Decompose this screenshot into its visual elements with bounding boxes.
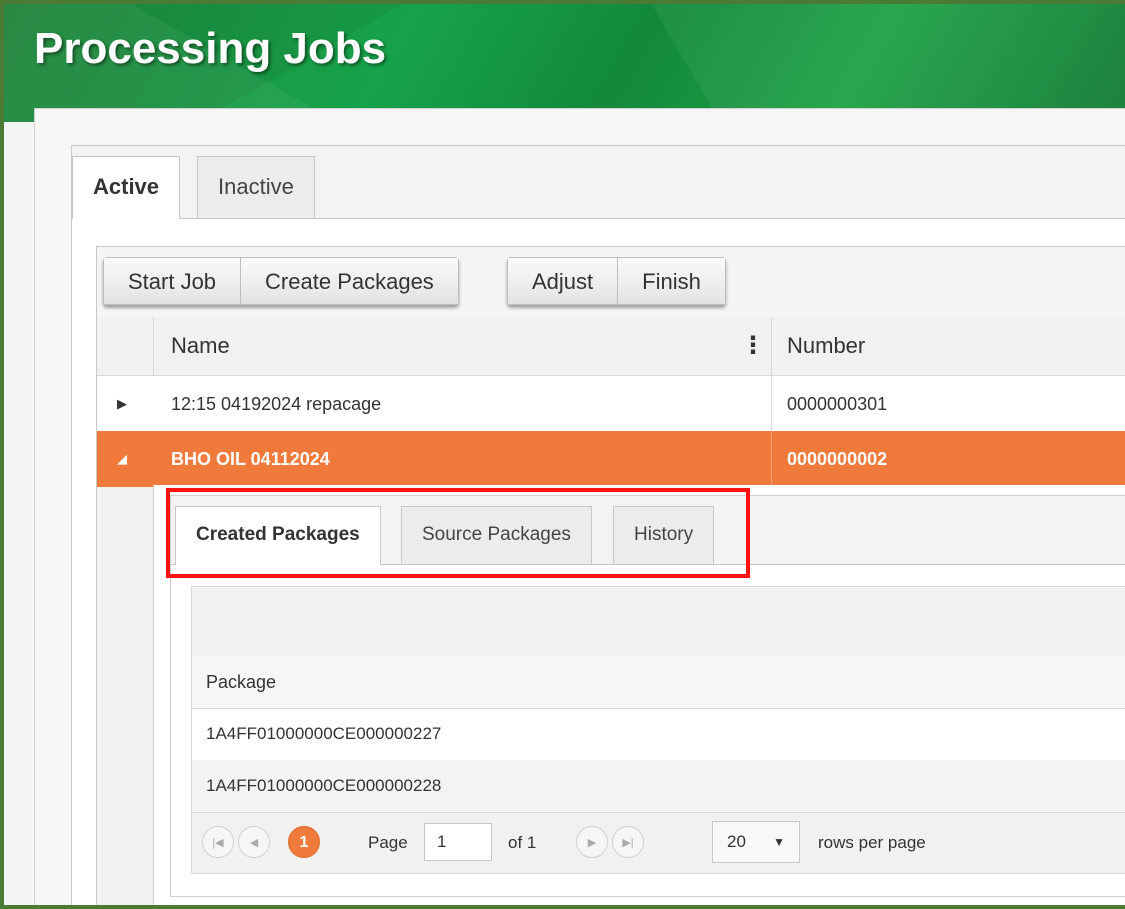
packages-toolbar xyxy=(191,586,1125,658)
next-page-icon[interactable]: ▶ xyxy=(576,826,608,858)
grid-toolbar: Start Job Create Packages Adjust Finish xyxy=(97,247,1125,318)
job-name: BHO OIL 04112024 xyxy=(171,449,330,469)
start-job-button[interactable]: Start Job xyxy=(103,257,242,305)
job-actions-group: Start Job Create Packages xyxy=(103,257,459,305)
page-label: Page xyxy=(368,833,408,852)
finish-button[interactable]: Finish xyxy=(618,257,726,305)
vertical-dots-icon[interactable]: ⋮ xyxy=(741,317,765,375)
list-item[interactable]: 1A4FF01000000CE000000228 xyxy=(191,760,1125,812)
column-header-name[interactable]: Name xyxy=(171,317,230,375)
first-page-icon[interactable]: |◀ xyxy=(202,826,234,858)
window-frame: Processing Jobs Active Inactive Start Jo… xyxy=(0,0,1125,909)
last-page-icon[interactable]: ▶| xyxy=(612,826,644,858)
packages-header: Package xyxy=(191,656,1125,709)
rows-per-page-value: 20 xyxy=(727,832,746,851)
jobs-tabs-header: Active Inactive xyxy=(72,146,1125,219)
create-packages-button[interactable]: Create Packages xyxy=(241,257,459,305)
list-item[interactable]: 1A4FF01000000CE000000227 xyxy=(191,708,1125,760)
column-divider xyxy=(153,317,154,375)
job-adjust-group: Adjust Finish xyxy=(507,257,726,305)
table-row[interactable]: ▶ 12:15 04192024 repacage 0000000301 xyxy=(97,376,1125,433)
content-panel: Active Inactive Start Job Create Package… xyxy=(34,108,1125,905)
triangle-right-icon[interactable]: ▶ xyxy=(117,376,127,432)
column-divider xyxy=(771,376,772,432)
table-row-selected[interactable]: ◢ BHO OIL 04112024 0000000002 xyxy=(97,431,1125,488)
detail-gutter xyxy=(97,487,153,905)
page-title: Processing Jobs xyxy=(34,24,387,73)
tab-history[interactable]: History xyxy=(613,506,715,564)
column-header-number[interactable]: Number xyxy=(787,317,865,375)
page-input[interactable]: 1 xyxy=(424,823,492,861)
adjust-button[interactable]: Adjust xyxy=(507,257,619,305)
detail-tabs-header: Created Packages Source Packages History xyxy=(171,496,1125,565)
tab-inactive[interactable]: Inactive xyxy=(197,156,315,218)
job-number: 0000000002 xyxy=(787,449,888,469)
previous-page-icon[interactable]: ◀ xyxy=(238,826,270,858)
triangle-down-icon[interactable]: ◢ xyxy=(117,431,127,487)
tab-active[interactable]: Active xyxy=(72,156,181,219)
column-header-package[interactable]: Package xyxy=(206,656,276,708)
tab-created-packages[interactable]: Created Packages xyxy=(175,506,381,565)
column-divider xyxy=(771,431,772,487)
package-id: 1A4FF01000000CE000000228 xyxy=(206,776,442,795)
page-count-label: of 1 xyxy=(508,833,537,852)
job-number: 0000000301 xyxy=(787,394,888,414)
page-header: Processing Jobs xyxy=(4,4,1125,122)
grid-header: Name ⋮ Number xyxy=(97,317,1125,376)
page-number-current[interactable]: 1 xyxy=(288,826,320,858)
package-id: 1A4FF01000000CE000000227 xyxy=(206,724,442,743)
caret-down-icon: ▼ xyxy=(773,835,785,849)
rows-per-page-select[interactable]: 20 ▼ xyxy=(712,821,800,863)
active-jobs-grid: Start Job Create Packages Adjust Finish … xyxy=(96,246,1125,905)
rows-per-page-label: rows per page xyxy=(818,833,926,852)
job-name: 12:15 04192024 repacage xyxy=(171,394,382,414)
pager: |◀ ◀ 1 Page 1 of 1 ▶ ▶| 20 ▼ rows per pa… xyxy=(191,812,1125,874)
column-divider xyxy=(771,317,772,375)
detail-tabstrip: Created Packages Source Packages History… xyxy=(170,495,1125,897)
job-detail: Created Packages Source Packages History… xyxy=(153,485,1125,905)
jobs-tabstrip: Active Inactive Start Job Create Package… xyxy=(71,145,1125,905)
tab-source-packages[interactable]: Source Packages xyxy=(401,506,592,564)
